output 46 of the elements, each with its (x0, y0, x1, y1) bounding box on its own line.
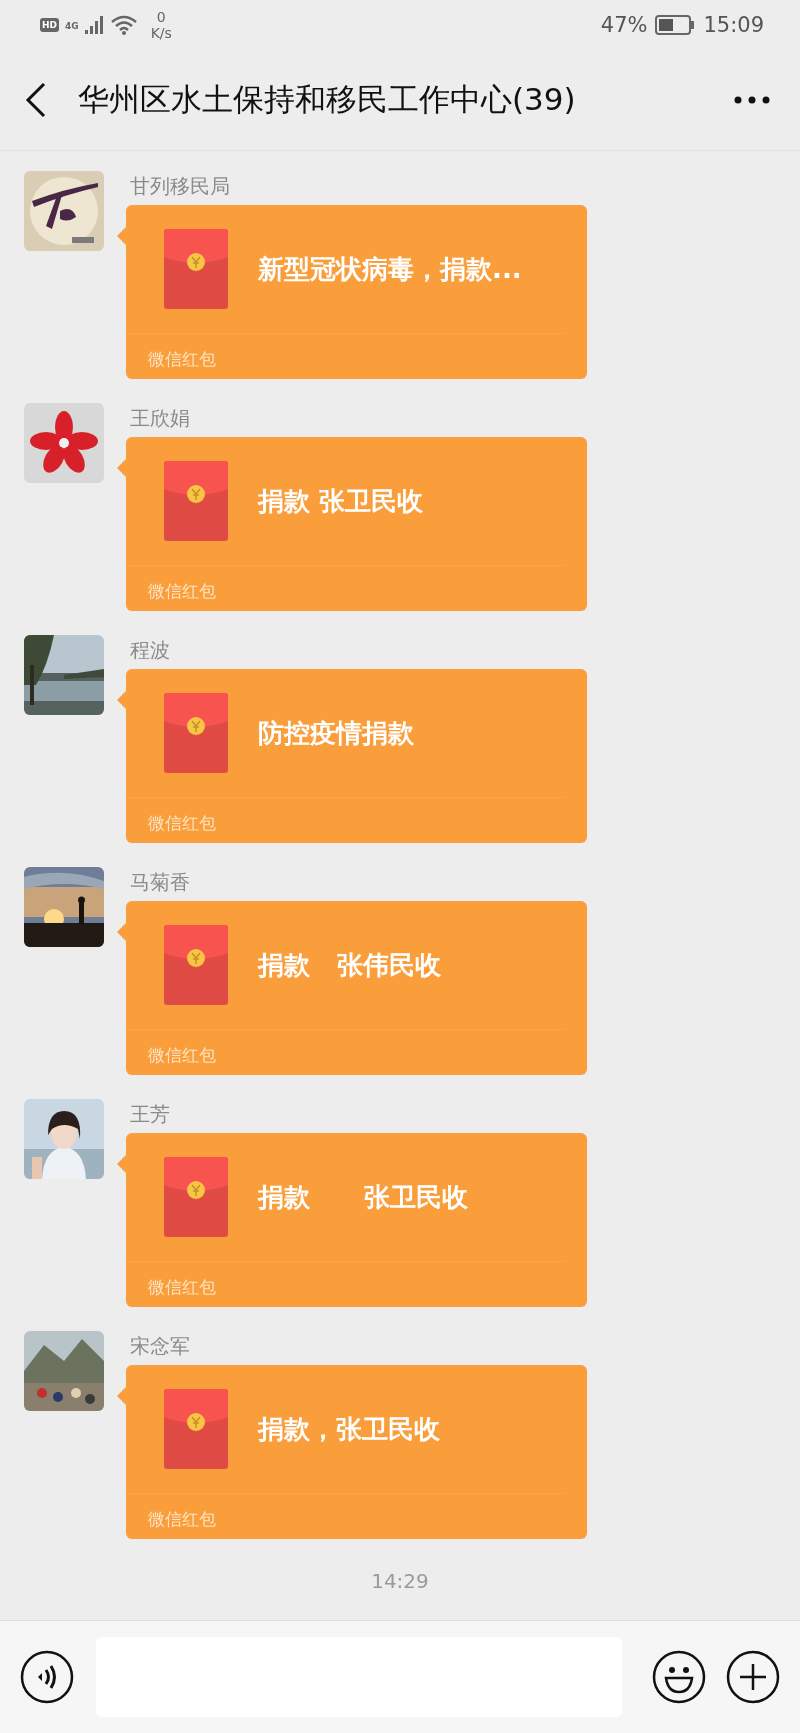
speed-value: 0 (156, 9, 166, 25)
sender-name: 马菊香 (130, 869, 190, 896)
message-timestamp: 14:29 (371, 1569, 429, 1593)
envelope-icon (164, 1157, 228, 1237)
gift-label: 微信红包 (148, 812, 216, 835)
envelope-icon (164, 693, 228, 773)
gift-title: 捐款 张卫民收 (258, 1180, 469, 1214)
voice-button[interactable] (20, 1650, 74, 1704)
envelope-icon (164, 925, 228, 1005)
sender-name: 王芳 (130, 1101, 170, 1128)
gift-message[interactable]: 新型冠状病毒，捐款... 微信红包 (126, 205, 587, 379)
gift-label: 微信红包 (148, 580, 216, 603)
battery-icon (655, 15, 696, 35)
network-type: 4G (65, 21, 79, 31)
signal-icon (84, 16, 105, 34)
gift-title: 捐款 张卫民收 (258, 484, 424, 518)
gift-label: 微信红包 (148, 1276, 216, 1299)
gift-message[interactable]: 捐款 张伟民收 微信红包 (126, 901, 587, 1075)
gift-label: 微信红包 (148, 348, 216, 371)
gift-title: 捐款，张卫民收 (258, 1412, 440, 1446)
chat-title: 华州区水土保持和移民工作中心(39) (78, 80, 577, 119)
envelope-icon (164, 1389, 228, 1469)
gift-label: 微信红包 (148, 1044, 216, 1067)
sender-name: 宋念军 (130, 1333, 190, 1360)
envelope-icon (164, 461, 228, 541)
add-button[interactable] (726, 1650, 780, 1704)
gift-message[interactable]: 防控疫情捐款 微信红包 (126, 669, 587, 843)
gift-label: 微信红包 (148, 1508, 216, 1531)
gift-title: 防控疫情捐款 (258, 716, 414, 750)
gift-title: 捐款 张伟民收 (258, 948, 442, 982)
gift-message[interactable]: 捐款，张卫民收 微信红包 (126, 1365, 587, 1539)
sender-name: 程波 (130, 637, 170, 664)
sender-name: 王欣娟 (130, 405, 190, 432)
sender-name: 甘列移民局 (130, 173, 230, 200)
battery-percent: 47% (600, 13, 648, 37)
back-button[interactable] (24, 82, 48, 118)
gift-message[interactable]: 捐款 张卫民收 微信红包 (126, 437, 587, 611)
speed-unit: K/s (150, 25, 172, 41)
more-button[interactable] (734, 96, 770, 104)
gift-title: 新型冠状病毒，捐款... (258, 252, 522, 286)
wifi-icon (110, 15, 137, 35)
gift-message[interactable]: 捐款 张卫民收 微信红包 (126, 1133, 587, 1307)
hd-indicator: HD (40, 18, 59, 32)
envelope-icon (164, 229, 228, 309)
clock: 15:09 (703, 13, 764, 37)
emoji-button[interactable] (652, 1650, 706, 1704)
